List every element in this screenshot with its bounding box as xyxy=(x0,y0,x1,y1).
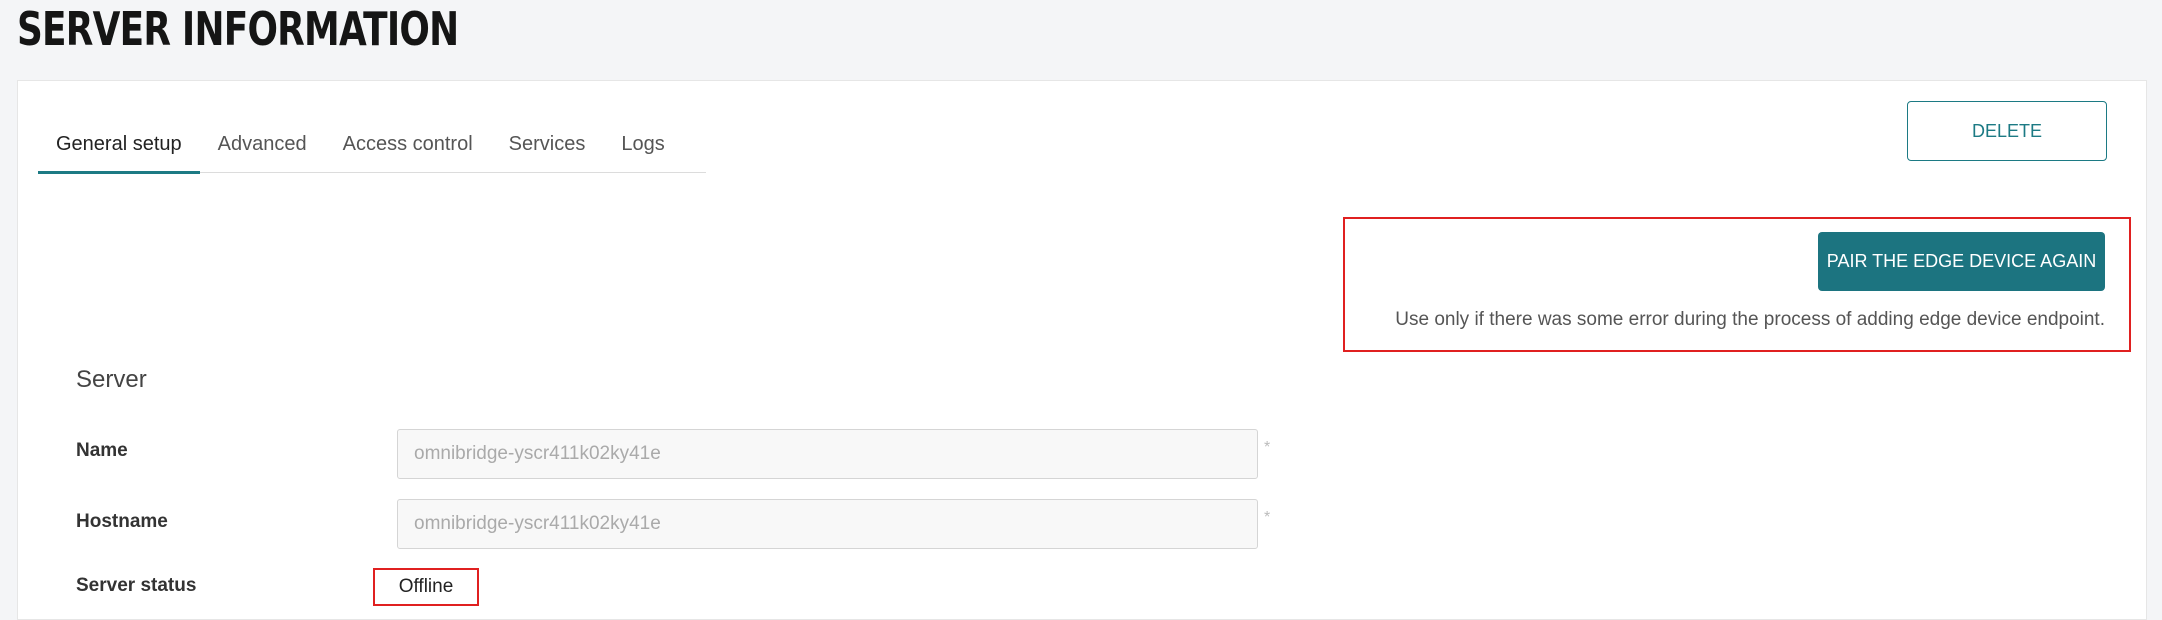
tab-bar: General setup Advanced Access control Se… xyxy=(38,117,706,174)
pair-device-note: Use only if there was some error during … xyxy=(1395,309,2105,330)
name-label: Name xyxy=(76,440,128,461)
hostname-field[interactable]: omnibridge-yscr411k02ky41e xyxy=(397,499,1258,549)
delete-button[interactable]: DELETE xyxy=(1907,101,2107,161)
tab-access-control[interactable]: Access control xyxy=(325,133,491,172)
tab-advanced[interactable]: Advanced xyxy=(200,133,325,172)
server-status-label: Server status xyxy=(76,575,197,596)
name-field[interactable]: omnibridge-yscr411k02ky41e xyxy=(397,429,1258,479)
server-card: General setup Advanced Access control Se… xyxy=(17,80,2147,620)
pair-device-panel: PAIR THE EDGE DEVICE AGAIN Use only if t… xyxy=(1343,217,2131,352)
hostname-label: Hostname xyxy=(76,511,168,532)
page-title: SERVER INFORMATION xyxy=(17,2,459,56)
hostname-required-marker: * xyxy=(1264,509,1271,526)
name-required-marker: * xyxy=(1264,439,1271,456)
tab-general-setup[interactable]: General setup xyxy=(38,133,200,174)
pair-edge-device-button[interactable]: PAIR THE EDGE DEVICE AGAIN xyxy=(1818,232,2105,291)
tab-logs[interactable]: Logs xyxy=(603,133,682,172)
tab-services[interactable]: Services xyxy=(491,133,604,172)
server-section-title: Server xyxy=(76,366,147,393)
server-status-value: Offline xyxy=(373,568,479,606)
